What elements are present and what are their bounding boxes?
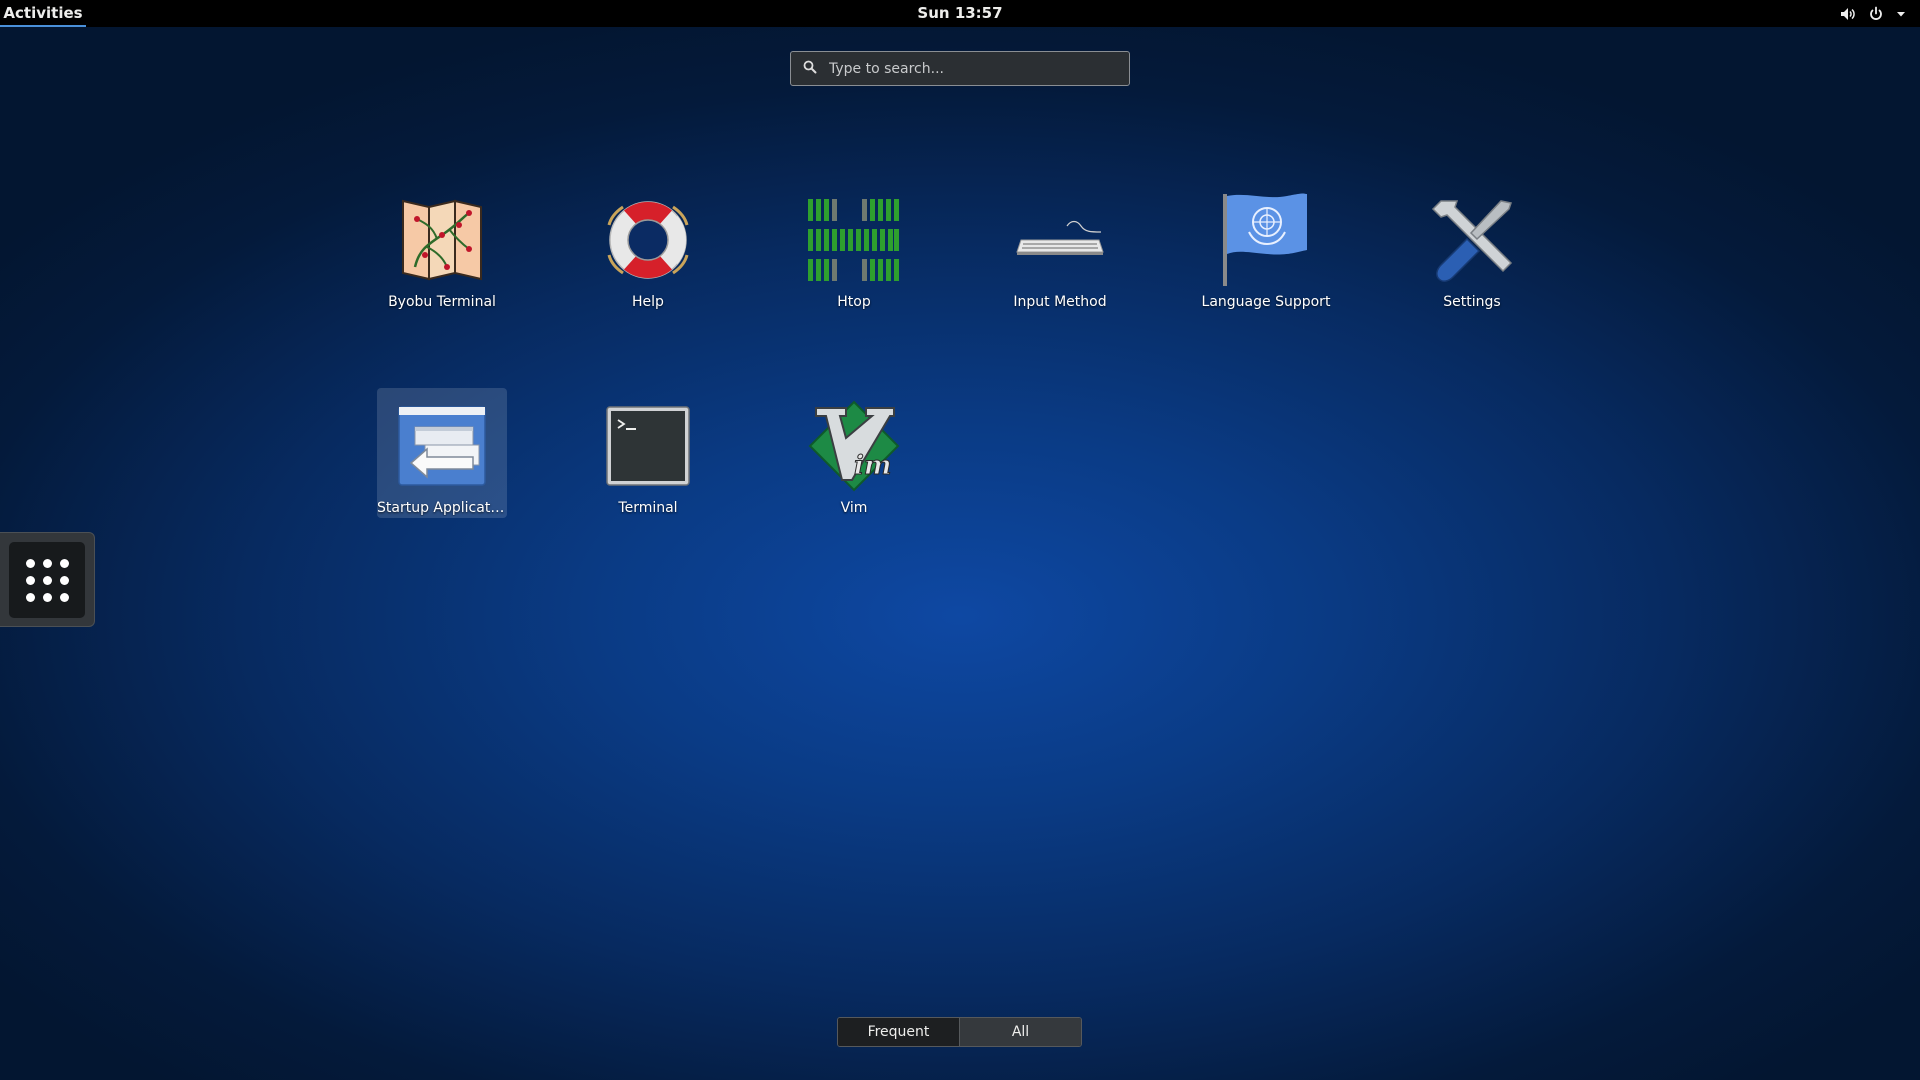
search-icon xyxy=(803,59,817,78)
view-toggle: Frequent All xyxy=(837,1017,1082,1047)
wrench-screwdriver-icon xyxy=(1424,192,1520,288)
app-terminal[interactable]: Terminal xyxy=(583,388,713,518)
terminal-icon xyxy=(600,398,696,494)
startup-applications-icon xyxy=(394,398,490,494)
app-htop[interactable]: Htop xyxy=(789,182,919,312)
app-label: Language Support xyxy=(1201,294,1331,310)
vim-icon: im xyxy=(806,398,902,494)
app-startup-applications[interactable]: Startup Applicati... xyxy=(377,388,507,518)
app-label: Help xyxy=(632,294,664,310)
app-settings[interactable]: Settings xyxy=(1407,182,1537,312)
app-label: Terminal xyxy=(618,500,678,516)
volume-icon[interactable] xyxy=(1840,6,1856,22)
app-input-method[interactable]: Input Method xyxy=(995,182,1125,312)
search-input[interactable] xyxy=(827,59,1111,78)
byobu-map-icon xyxy=(394,192,490,288)
app-label: Vim xyxy=(840,500,868,516)
search-box[interactable] xyxy=(790,51,1130,86)
lifebuoy-icon xyxy=(600,192,696,288)
clock[interactable]: Sun 13:57 xyxy=(917,0,1002,27)
frequent-button[interactable]: Frequent xyxy=(838,1018,959,1046)
power-icon[interactable] xyxy=(1868,6,1884,22)
system-tray[interactable] xyxy=(1840,0,1906,27)
app-help[interactable]: Help xyxy=(583,182,713,312)
app-label: Startup Applicati... xyxy=(377,500,507,516)
un-flag-icon xyxy=(1218,192,1314,288)
app-vim[interactable]: im Vim xyxy=(789,388,919,518)
top-bar: Activities Sun 13:57 xyxy=(0,0,1920,27)
app-label: Settings xyxy=(1443,294,1501,310)
htop-bars-icon xyxy=(806,192,902,288)
all-button[interactable]: All xyxy=(960,1018,1081,1046)
app-byobu-terminal[interactable]: Byobu Terminal xyxy=(377,182,507,312)
keyboard-icon xyxy=(1012,192,1108,288)
show-applications-button[interactable] xyxy=(9,542,85,618)
svg-text:im: im xyxy=(854,451,891,481)
dash xyxy=(0,532,95,627)
app-label: Input Method xyxy=(1013,294,1107,310)
app-label: Byobu Terminal xyxy=(388,294,496,310)
app-label: Htop xyxy=(837,294,871,310)
app-language-support[interactable]: Language Support xyxy=(1201,182,1331,312)
activities-button[interactable]: Activities xyxy=(0,0,86,27)
dropdown-arrow-icon[interactable] xyxy=(1896,9,1906,19)
